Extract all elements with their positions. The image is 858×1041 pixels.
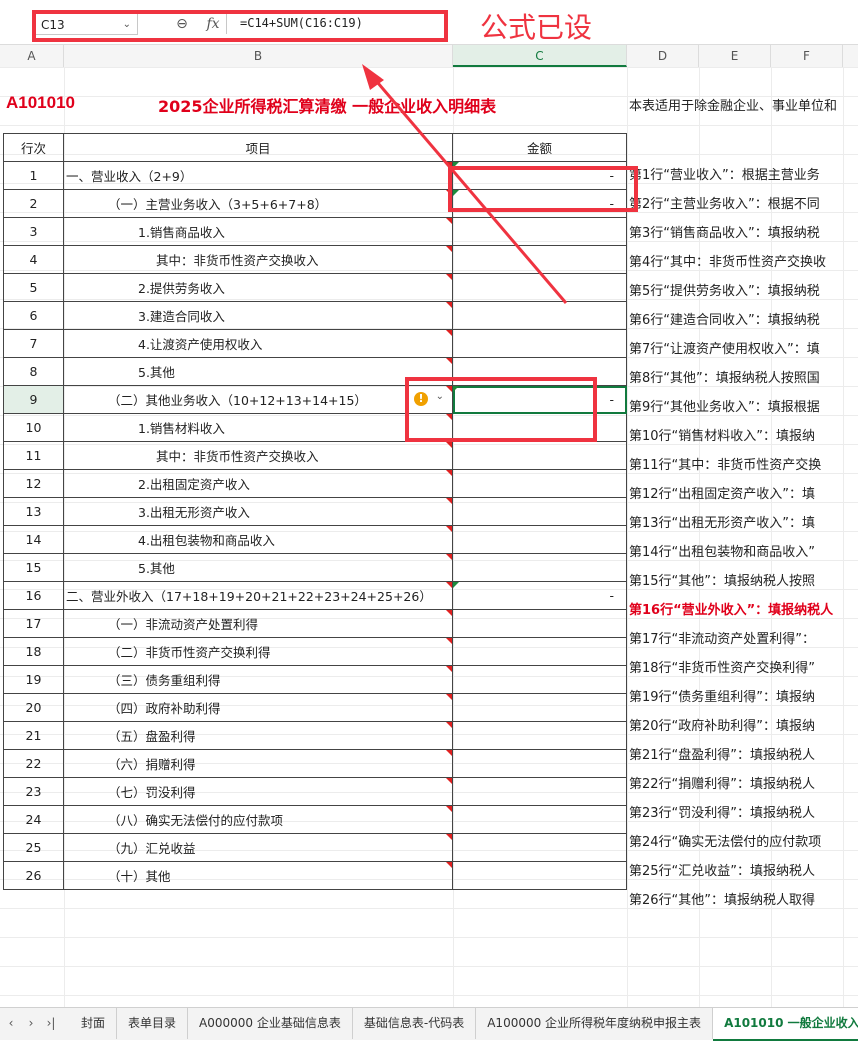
arrow-shaft — [370, 75, 568, 304]
annotation-arrow — [362, 64, 568, 304]
